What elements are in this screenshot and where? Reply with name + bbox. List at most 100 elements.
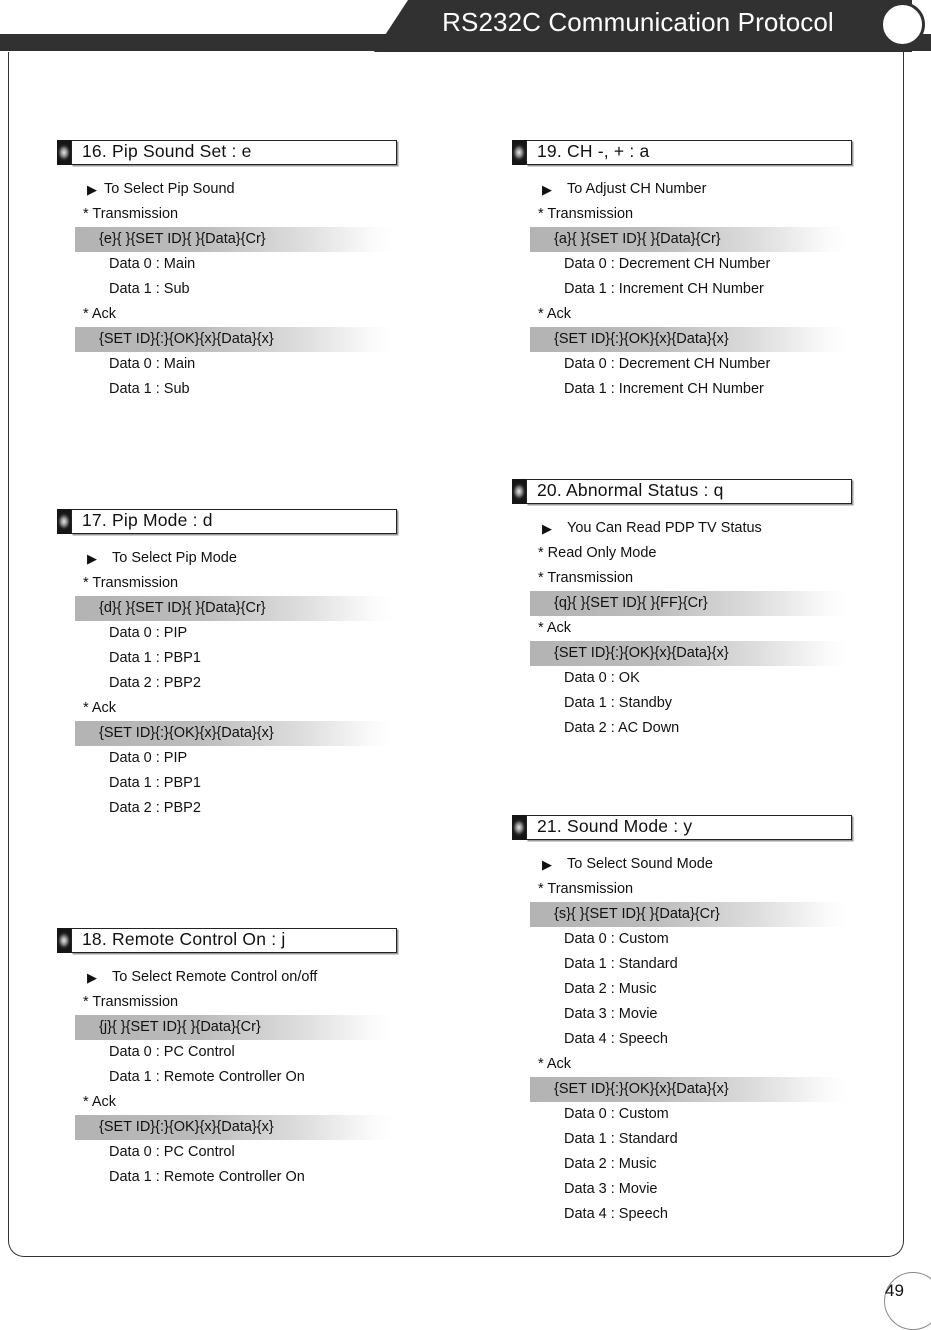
section-label-line: * Ack (538, 620, 572, 636)
page-title: RS232C Communication Protocol (442, 7, 834, 37)
section-label-line: * Transmission (538, 570, 634, 586)
bullet-block-icon (57, 140, 71, 165)
data-value-line: Data 0 : OK (564, 670, 640, 686)
data-value-line: Data 2 : PBP2 (109, 800, 201, 816)
protocol-section: 19. CH -, + : a ▶ To Adjust CH Number * Tra… (512, 140, 912, 402)
section-label-line: * Ack (83, 1094, 117, 1110)
data-value-line: Data 1 : Sub (109, 281, 190, 297)
section-intro-text: To Select Pip Mode (112, 550, 237, 566)
section-intro-line: ▶ To Select Pip Mode (57, 546, 457, 571)
triangle-bullet-icon: ▶ (87, 551, 97, 566)
command-code-line: {SET ID}{:}{OK}{x}{Data}{x} (75, 721, 393, 746)
section-label-line: * Ack (83, 700, 117, 716)
section-intro-line: ▶ To Select Remote Control on/off (57, 965, 457, 990)
section-label-line: * Transmission (83, 994, 179, 1010)
data-value-line: Data 0 : PIP (109, 625, 188, 641)
bullet-block-icon (512, 140, 526, 165)
command-code-line: {d}{ }{SET ID}{ }{Data}{Cr} (75, 596, 393, 621)
section-intro-text: To Adjust CH Number (567, 181, 707, 197)
command-code-line: {e}{ }{SET ID}{ }{Data}{Cr} (75, 227, 393, 252)
command-code-line: {SET ID}{:}{OK}{x}{Data}{x} (530, 641, 848, 666)
data-value-line: Data 2 : Music (564, 1156, 657, 1172)
triangle-bullet-icon: ▶ (87, 970, 97, 985)
section-title: 19. CH -, + : a (537, 141, 650, 161)
triangle-bullet-icon: ▶ (542, 857, 552, 872)
command-code-line: {SET ID}{:}{OK}{x}{Data}{x} (75, 327, 393, 352)
data-value-line: Data 1 : Standby (564, 695, 673, 711)
section-body: ▶ To Select Pip Sound * Transmission {e}{ }… (57, 177, 457, 402)
data-value-line: Data 0 : Main (109, 356, 196, 372)
bullet-block-icon (512, 479, 526, 504)
triangle-bullet-icon: ▶ (87, 182, 97, 197)
section-label-line: * Ack (83, 306, 117, 322)
section-intro-text: To Select Pip Sound (104, 181, 235, 197)
section-title: 16. Pip Sound Set : e (82, 141, 252, 161)
data-value-line: Data 3 : Movie (564, 1006, 658, 1022)
triangle-bullet-icon: ▶ (542, 521, 552, 536)
section-body: ▶ To Select Sound Mode * Transmission {s}{ … (512, 852, 912, 1227)
section-intro-line: ▶ To Select Sound Mode (512, 852, 912, 877)
protocol-section: 20. Abnormal Status : q ▶ You Can Read PDP… (512, 479, 912, 741)
bullet-block-icon (57, 928, 71, 953)
section-label-line: * Transmission (83, 575, 179, 591)
data-value-line: Data 0 : Decrement CH Number (564, 356, 771, 372)
section-header: 17. Pip Mode : d (57, 509, 397, 534)
data-value-line: Data 2 : PBP2 (109, 675, 201, 691)
data-value-line: Data 1 : Increment CH Number (564, 381, 764, 397)
section-body: ▶ To Adjust CH Number * Transmission {a}{ }… (512, 177, 912, 402)
command-code-line: {a}{ }{SET ID}{ }{Data}{Cr} (530, 227, 848, 252)
page-number-badge: 49 (884, 1272, 931, 1330)
section-label-line: * Transmission (538, 206, 634, 222)
data-value-line: Data 0 : Custom (564, 1106, 669, 1122)
data-value-line: Data 1 : Remote Controller On (109, 1069, 305, 1085)
circle-icon (880, 2, 925, 47)
command-code-line: {SET ID}{:}{OK}{x}{Data}{x} (75, 1115, 393, 1140)
protocol-section: 16. Pip Sound Set : e ▶ To Select Pip Soun… (57, 140, 457, 402)
command-code-line: {j}{ }{SET ID}{ }{Data}{Cr} (75, 1015, 393, 1040)
data-value-line: Data 1 : Remote Controller On (109, 1169, 305, 1185)
command-code-line: {SET ID}{:}{OK}{x}{Data}{x} (530, 1077, 848, 1102)
section-label-line: * Read Only Mode (538, 545, 657, 561)
section-header: 16. Pip Sound Set : e (57, 140, 397, 165)
section-title: 21. Sound Mode : y (537, 816, 693, 836)
section-intro-line: ▶ You Can Read PDP TV Status (512, 516, 912, 541)
section-header: 18. Remote Control On : j (57, 928, 397, 953)
protocol-section: 21. Sound Mode : y ▶ To Select Sound Mode *… (512, 815, 912, 1227)
section-intro-line: ▶ To Select Pip Sound (57, 177, 457, 202)
section-label-line: * Transmission (83, 206, 179, 222)
command-code-line: {q}{ }{SET ID}{ }{FF}{Cr} (530, 591, 848, 616)
bullet-block-icon (512, 815, 526, 840)
section-body: ▶ To Select Remote Control on/off * Transm… (57, 965, 457, 1190)
data-value-line: Data 2 : AC Down (564, 720, 680, 736)
data-value-line: Data 0 : PC Control (109, 1044, 235, 1060)
data-value-line: Data 0 : PC Control (109, 1144, 235, 1160)
data-value-line: Data 2 : Music (564, 981, 657, 997)
section-intro-text: To Select Remote Control on/off (112, 969, 318, 985)
section-label-line: * Transmission (538, 881, 634, 897)
data-value-line: Data 4 : Speech (564, 1031, 668, 1047)
data-value-line: Data 0 : Custom (564, 931, 669, 947)
data-value-line: Data 0 : Main (109, 256, 196, 272)
data-value-line: Data 1 : PBP1 (109, 650, 201, 666)
command-code-line: {s}{ }{SET ID}{ }{Data}{Cr} (530, 902, 848, 927)
data-value-line: Data 0 : Decrement CH Number (564, 256, 771, 272)
section-intro-text: To Select Sound Mode (567, 856, 713, 872)
data-value-line: Data 1 : Standard (564, 1131, 678, 1147)
data-value-line: Data 4 : Speech (564, 1206, 668, 1222)
section-header: 20. Abnormal Status : q (512, 479, 852, 504)
command-code-line: {SET ID}{:}{OK}{x}{Data}{x} (530, 327, 848, 352)
protocol-section: 18. Remote Control On : j ▶ To Select Remo… (57, 928, 457, 1190)
section-title: 18. Remote Control On : j (82, 929, 286, 949)
section-intro-line: ▶ To Adjust CH Number (512, 177, 912, 202)
page-number-label: 49 (885, 1281, 904, 1300)
section-title: 17. Pip Mode : d (82, 510, 213, 530)
data-value-line: Data 1 : Standard (564, 956, 678, 972)
bullet-block-icon (57, 509, 71, 534)
data-value-line: Data 3 : Movie (564, 1181, 658, 1197)
section-header: 19. CH -, + : a (512, 140, 852, 165)
section-body: ▶ You Can Read PDP TV Status * Read Only M… (512, 516, 912, 741)
data-value-line: Data 1 : Increment CH Number (564, 281, 764, 297)
section-label-line: * Ack (538, 1056, 572, 1072)
protocol-section: 17. Pip Mode : d ▶ To Select Pip Mode * Tra… (57, 509, 457, 821)
page-header: RS232C Communication Protocol (0, 0, 931, 52)
